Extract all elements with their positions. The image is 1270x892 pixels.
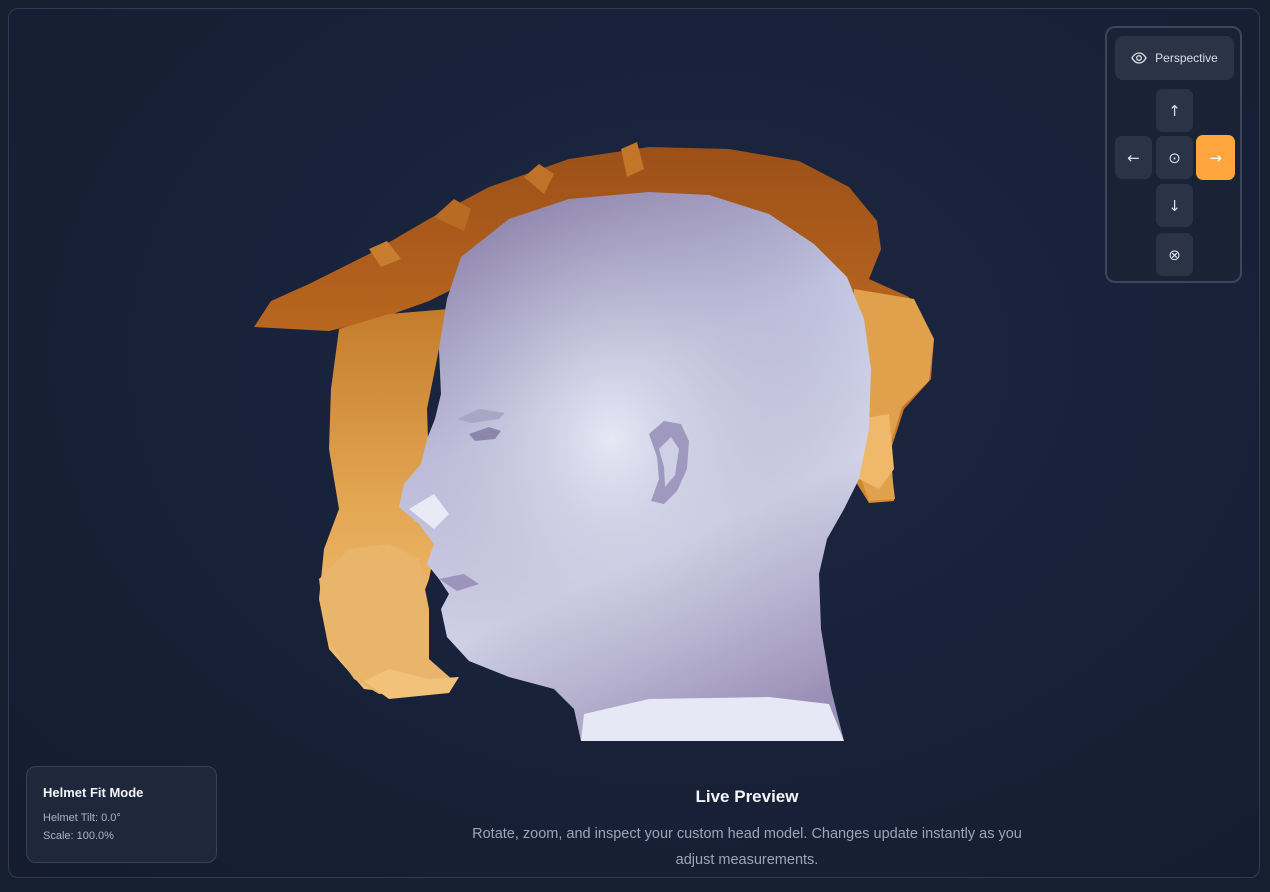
3d-viewport[interactable] — [9, 9, 1260, 878]
caption-title: Live Preview — [695, 787, 799, 806]
rotate-up-button[interactable]: ↑ — [1156, 89, 1193, 132]
info-card-title: Helmet Fit Mode — [43, 785, 144, 800]
perspective-toggle-button[interactable]: Perspective — [1115, 36, 1234, 80]
rotate-down-button[interactable]: ↓ — [1156, 184, 1193, 227]
preview-caption: Live Preview Rotate, zoom, and inspect y… — [447, 787, 1047, 873]
eye-icon — [1131, 52, 1147, 64]
rotate-left-button[interactable]: ← — [1115, 136, 1152, 179]
scale-readout: Scale: 100.0% — [43, 830, 114, 842]
center-view-button[interactable]: ⊙ — [1156, 136, 1193, 179]
rotate-right-button[interactable]: → — [1196, 135, 1235, 180]
caption-description: Rotate, zoom, and inspect your custom he… — [472, 826, 1022, 868]
head-model — [399, 192, 871, 741]
helmet-fit-info-card: Helmet Fit Mode Helmet Tilt: 0.0° Scale:… — [26, 766, 217, 863]
camera-controls-panel: Perspective ↑ ← ⊙ → ↓ ⊗ — [1105, 26, 1242, 283]
reset-view-button[interactable]: ⊗ — [1156, 233, 1193, 276]
helmet-tilt-readout: Helmet Tilt: 0.0° — [43, 812, 121, 824]
preview-frame: Perspective ↑ ← ⊙ → ↓ ⊗ Helmet Fit Mode … — [8, 8, 1260, 878]
perspective-label: Perspective — [1155, 51, 1218, 65]
